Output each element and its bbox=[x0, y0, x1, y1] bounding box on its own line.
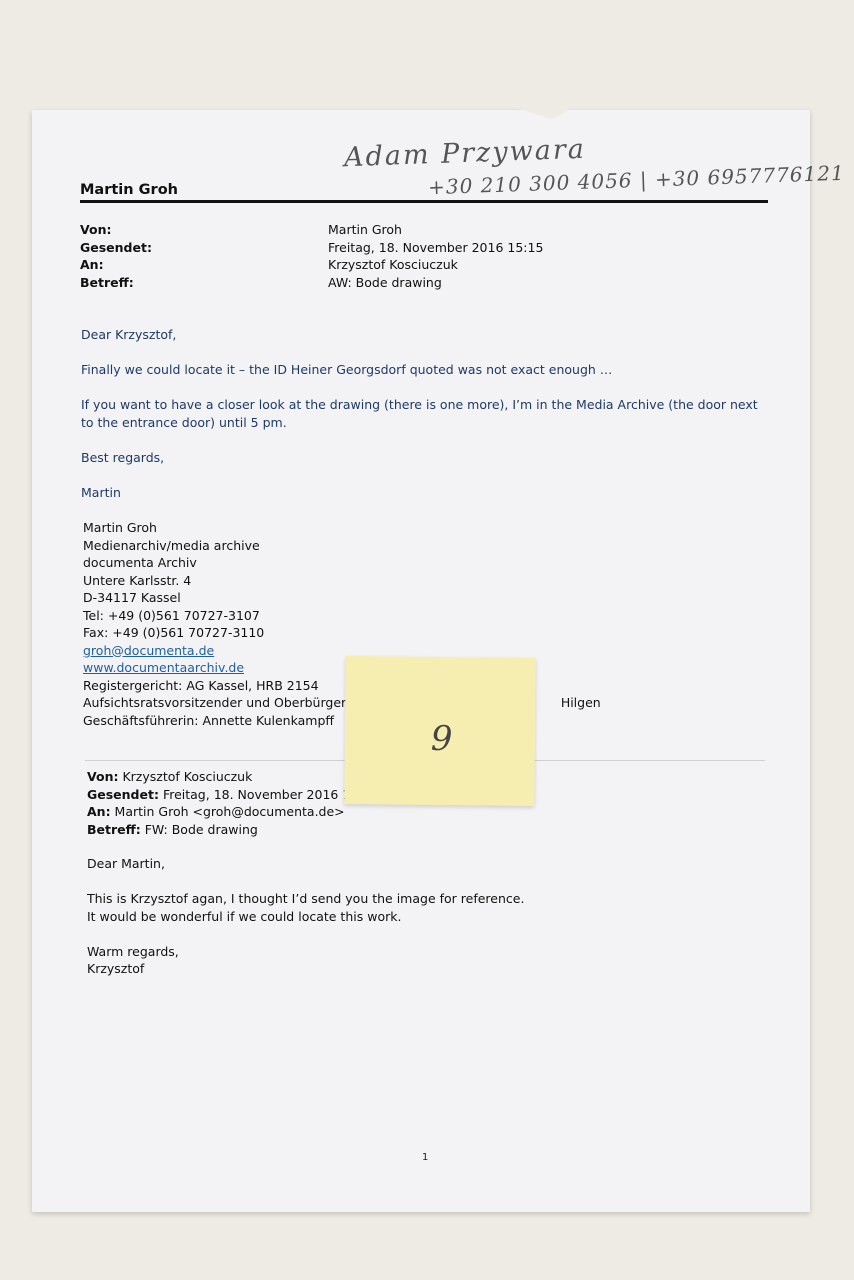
fwd-label: Von: bbox=[87, 769, 119, 784]
fwd-value: Krzysztof Kosciuczuk bbox=[118, 769, 253, 784]
sticky-note: 9 bbox=[344, 656, 536, 806]
header-key: Betreff: bbox=[80, 274, 134, 290]
header-key: Von: bbox=[80, 222, 112, 237]
fwd-greeting: Dear Martin, bbox=[87, 856, 165, 871]
fwd-from: Von: Krzysztof Kosciuczuk bbox=[87, 768, 370, 786]
header-row-from: Von: Martin Groh bbox=[80, 222, 543, 240]
fwd-line: It would be wonderful if we could locate… bbox=[87, 908, 402, 924]
fwd-label: An: bbox=[87, 804, 111, 819]
paragraph: If you want to have a closer look at the… bbox=[81, 397, 758, 430]
header-value: Martin Groh bbox=[328, 222, 402, 237]
fwd-line: This is Krzysztof agan, I thought I’d se… bbox=[87, 891, 525, 906]
fwd-closing: Warm regards, bbox=[87, 943, 179, 959]
header-key: An: bbox=[80, 257, 104, 272]
header-row-subject: Betreff: AW: Bode drawing bbox=[80, 275, 543, 293]
sig-department: Medienarchiv/media archive bbox=[83, 537, 260, 553]
paragraph: Finally we could locate it – the ID Hein… bbox=[81, 362, 613, 377]
document-title: Martin Groh bbox=[80, 182, 178, 198]
fwd-label: Gesendet: bbox=[87, 786, 159, 802]
closing: Best regards, bbox=[81, 449, 165, 465]
greeting: Dear Krzysztof, bbox=[81, 327, 177, 342]
fwd-value: Martin Groh <groh@documenta.de> bbox=[110, 804, 345, 819]
forwarded-body: Dear Martin, This is Krzysztof agan, I t… bbox=[87, 855, 524, 978]
sig-street: Untere Karlsstr. 4 bbox=[83, 572, 192, 588]
signoff: Martin bbox=[81, 484, 121, 500]
fwd-value: Freitag, 18. November 2016 13:3 bbox=[158, 786, 371, 802]
email-link[interactable]: groh@documenta.de bbox=[83, 642, 601, 660]
header-row-to: An: Krzysztof Kosciuczuk bbox=[80, 257, 543, 275]
handwritten-name: Adam Przywara bbox=[343, 133, 587, 174]
sig-board-tail: Hilgen bbox=[560, 695, 601, 710]
page-number: 1 bbox=[422, 1152, 429, 1163]
header-value: AW: Bode drawing bbox=[328, 274, 442, 290]
sig-board-text: Aufsichtsratsvorsitzender und Oberbürger… bbox=[83, 695, 366, 710]
header-key: Gesendet: bbox=[80, 239, 152, 255]
forwarded-header: Von: Krzysztof Kosciuczuk Gesendet: Frei… bbox=[87, 768, 370, 838]
sticky-note-number: 9 bbox=[430, 718, 453, 760]
fwd-subject: Betreff: FW: Bode drawing bbox=[87, 821, 370, 839]
sig-city: D-34117 Kassel bbox=[83, 590, 181, 605]
title-rule bbox=[80, 200, 768, 203]
header-value: Freitag, 18. November 2016 15:15 bbox=[328, 239, 544, 255]
reply-body: Dear Krzysztof, Finally we could locate … bbox=[81, 326, 771, 519]
sig-fax: Fax: +49 (0)561 70727-3110 bbox=[83, 625, 265, 640]
sig-name: Martin Groh bbox=[83, 520, 157, 535]
fwd-to: An: Martin Groh <groh@documenta.de> bbox=[87, 803, 370, 821]
fwd-value: FW: Bode drawing bbox=[140, 821, 258, 837]
email-header: Von: Martin Groh Gesendet: Freitag, 18. … bbox=[80, 222, 543, 292]
sig-tel: Tel: +49 (0)561 70727-3107 bbox=[83, 607, 260, 623]
sig-org: documenta Archiv bbox=[83, 555, 197, 570]
fwd-sent: Gesendet: Freitag, 18. November 2016 13:… bbox=[87, 786, 370, 804]
header-value: Krzysztof Kosciuczuk bbox=[328, 257, 458, 272]
fwd-signoff: Krzysztof bbox=[87, 961, 145, 976]
fwd-label: Betreff: bbox=[87, 821, 141, 837]
header-row-sent: Gesendet: Freitag, 18. November 2016 15:… bbox=[80, 240, 543, 258]
torn-corner bbox=[510, 107, 570, 119]
